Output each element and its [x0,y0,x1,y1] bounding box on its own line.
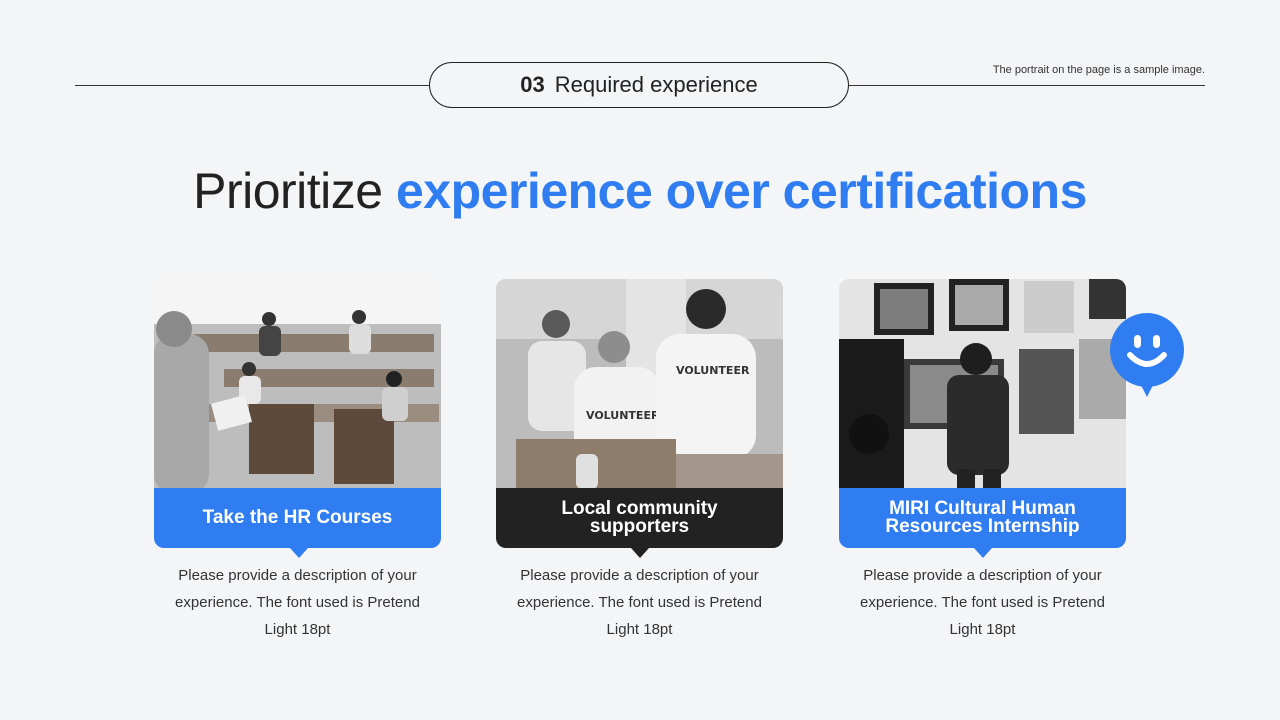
card-description-community: Please provide a description of your exp… [517,567,762,638]
experience-card-hr-courses: Take the HR Courses Please provide a des… [154,279,441,643]
volunteers-photo-illustration: VOLUNTEER VOLUNTEER [496,279,783,494]
experience-card-community: VOLUNTEER VOLUNTEER Local community supp… [496,279,783,643]
shirt-text-center: VOLUNTEER [586,409,660,422]
classroom-photo-illustration [154,279,441,494]
classroom-photo [154,279,441,494]
experience-card-internship: MIRI Cultural Human Resources Internship… [839,279,1126,643]
page-headline: Prioritize experience over certification… [0,162,1280,220]
section-number: 03 [520,72,545,97]
card-description-hr-courses: Please provide a description of your exp… [175,567,420,638]
card-description-internship: Please provide a description of your exp… [860,567,1105,638]
headline-highlight: experience over certifications [396,163,1087,219]
headline-light: Prioritize [193,163,383,219]
volunteers-photo: VOLUNTEER VOLUNTEER [496,279,783,494]
sample-image-note: The portrait on the page is a sample ima… [992,64,1205,76]
shirt-text-right: VOLUNTEER [676,364,750,377]
gallery-talk-photo-illustration [839,279,1126,494]
section-pill: 03 Required experience [429,62,849,108]
smiley-chat-bubble-icon [1110,313,1184,397]
card-title-community: Local community supporters [496,488,783,548]
gallery-talk-photo [839,279,1126,494]
card-title-hr-courses: Take the HR Courses [154,488,441,548]
card-title-internship: MIRI Cultural Human Resources Internship [839,488,1126,548]
section-title: Required experience [554,72,758,97]
